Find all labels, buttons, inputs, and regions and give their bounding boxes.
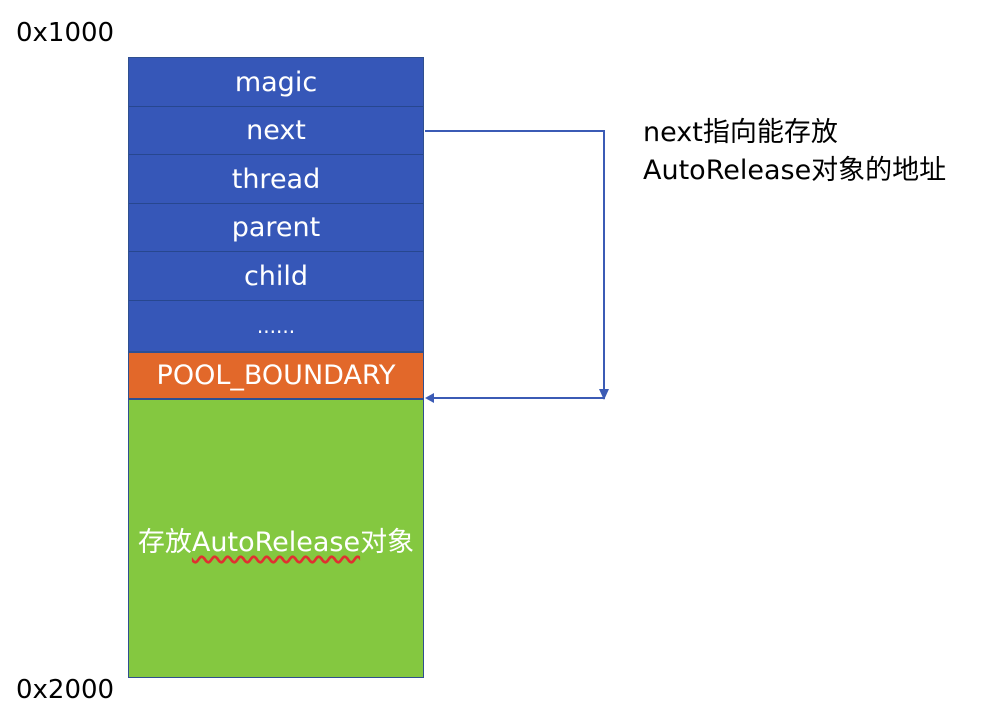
next-pointer-line — [425, 130, 605, 399]
autorelease-page-block: magic next thread parent child ...... PO… — [128, 57, 424, 678]
storage-label: 存放AutoRelease对象 — [136, 524, 416, 562]
autorelease-storage-region: 存放AutoRelease对象 — [129, 400, 423, 677]
next-pointer-arrowhead-down — [599, 389, 609, 400]
field-ellipsis: ...... — [129, 301, 423, 351]
end-address-label: 0x2000 — [16, 675, 115, 705]
storage-label-highlight: AutoRelease — [191, 526, 361, 558]
field-thread: thread — [129, 155, 423, 204]
field-next: next — [129, 107, 423, 155]
field-child: child — [129, 252, 423, 301]
storage-label-prefix: 存放 — [137, 526, 192, 558]
pool-boundary-cell: POOL_BOUNDARY — [129, 351, 423, 400]
field-parent: parent — [129, 204, 423, 252]
next-pointer-arrowhead-boundary — [425, 393, 434, 403]
note-line-2: AutoRelease对象的地址 — [643, 155, 947, 186]
start-address-label: 0x1000 — [16, 18, 115, 48]
field-magic: magic — [129, 58, 423, 107]
note-line-1: next指向能存放 — [643, 117, 838, 148]
storage-label-suffix: 对象 — [360, 526, 415, 558]
next-pointer-note: next指向能存放 AutoRelease对象的地址 — [643, 114, 946, 190]
